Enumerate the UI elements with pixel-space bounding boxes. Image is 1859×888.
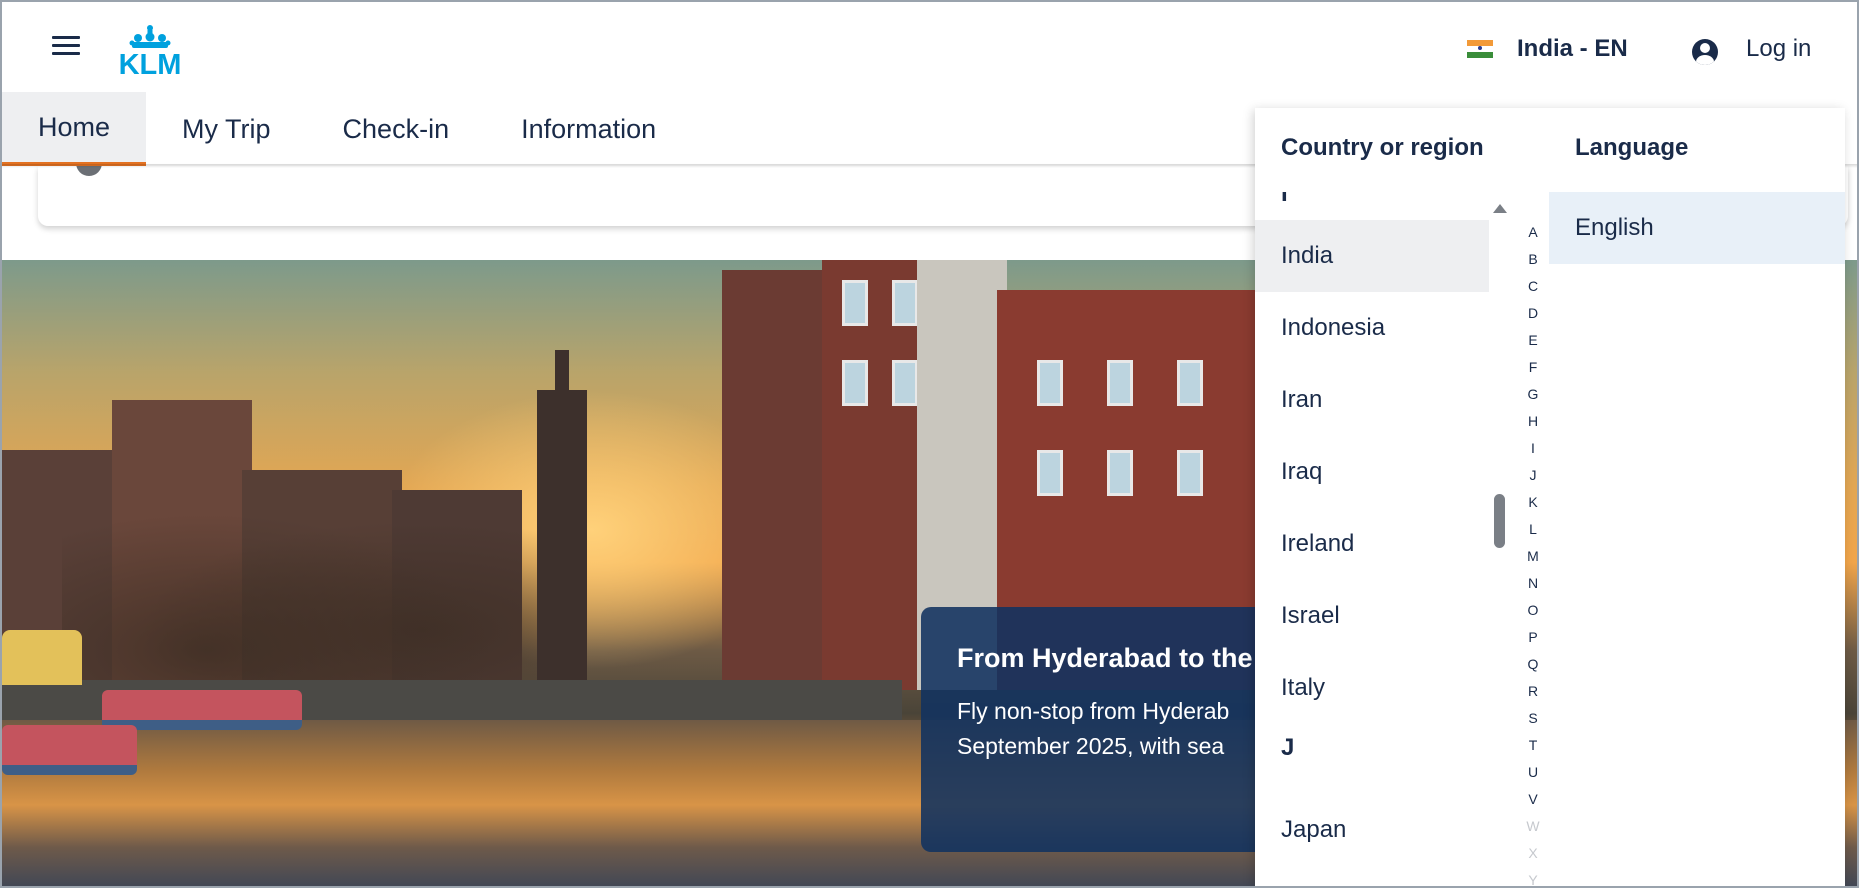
window <box>1037 360 1063 406</box>
trees <box>62 490 542 690</box>
tab-check-in[interactable]: Check-in <box>307 92 486 166</box>
window <box>1177 450 1203 496</box>
alpha-index-y: Y <box>1528 872 1538 888</box>
scroll-up-icon[interactable] <box>1493 204 1507 213</box>
alpha-index-k[interactable]: K <box>1521 494 1545 521</box>
language-column-heading: Language <box>1575 134 1689 161</box>
browser-viewport: From Hyderabad to the Fly non-stop from … <box>0 0 1859 888</box>
svg-text:KLM: KLM <box>119 49 182 76</box>
country-option-iraq[interactable]: Iraq <box>1255 436 1489 508</box>
country-option-iran[interactable]: Iran <box>1255 364 1489 436</box>
church-tower <box>537 350 587 690</box>
alpha-index-g[interactable]: G <box>1521 386 1545 413</box>
window <box>842 280 868 326</box>
alpha-index-b[interactable]: B <box>1521 251 1545 278</box>
locale-selector-button[interactable]: India - EN <box>1467 32 1628 66</box>
country-option-ireland[interactable]: Ireland <box>1255 508 1489 580</box>
main-nav: Home My Trip Check-in Information <box>2 92 692 166</box>
country-option-india[interactable]: India <box>1255 220 1489 292</box>
alpha-index-p[interactable]: P <box>1521 629 1545 656</box>
promo-title: From Hyderabad to the <box>957 643 1253 673</box>
canal-boat <box>102 690 302 730</box>
country-option-indonesia[interactable]: Indonesia <box>1255 292 1489 364</box>
hamburger-menu-icon[interactable] <box>52 36 80 58</box>
alpha-index-c[interactable]: C <box>1521 278 1545 305</box>
language-list: English <box>1549 192 1845 264</box>
alpha-index-x: X <box>1528 845 1538 861</box>
canal-boat <box>2 725 137 775</box>
window <box>892 360 918 406</box>
country-option-japan[interactable]: Japan <box>1255 794 1489 866</box>
window <box>1177 360 1203 406</box>
alpha-index-i[interactable]: I <box>1521 440 1545 467</box>
alpha-index-m[interactable]: M <box>1521 548 1545 575</box>
alpha-index-n[interactable]: N <box>1521 575 1545 602</box>
alpha-index-o[interactable]: O <box>1521 602 1545 629</box>
tab-information[interactable]: Information <box>485 92 692 166</box>
window <box>1037 450 1063 496</box>
letter-group-heading: J <box>1281 734 1295 761</box>
login-button[interactable]: Log in <box>1692 32 1811 66</box>
window <box>842 360 868 406</box>
country-list[interactable]: I India Indonesia Iran Iraq Ireland Isra… <box>1255 192 1489 886</box>
tab-my-trip[interactable]: My Trip <box>146 92 307 166</box>
alpha-index-d[interactable]: D <box>1521 305 1545 332</box>
promo-text-line: Fly non-stop from Hyderab <box>957 698 1230 724</box>
alpha-index-l[interactable]: L <box>1521 521 1545 548</box>
country-list-scrollbar[interactable] <box>1493 204 1507 886</box>
alpha-index-e[interactable]: E <box>1521 332 1545 359</box>
letter-group-heading: I <box>1281 192 1288 207</box>
country-column-heading: Country or region <box>1281 134 1484 161</box>
alpha-index-q[interactable]: Q <box>1521 656 1545 683</box>
tab-home[interactable]: Home <box>2 92 147 166</box>
alpha-index-s[interactable]: S <box>1521 710 1545 737</box>
site-header: KLM India - EN Log in <box>2 2 1857 92</box>
alpha-index-j[interactable]: J <box>1521 467 1545 494</box>
promo-card[interactable]: From Hyderabad to the Fly non-stop from … <box>921 607 1301 852</box>
alpha-index-h[interactable]: H <box>1521 413 1545 440</box>
alpha-index-r[interactable]: R <box>1521 683 1545 710</box>
houseboat <box>2 630 82 685</box>
alpha-index-u[interactable]: U <box>1521 764 1545 791</box>
alpha-index-v[interactable]: V <box>1521 791 1545 818</box>
window <box>892 280 918 326</box>
window <box>1107 450 1133 496</box>
alpha-index-f[interactable]: F <box>1521 359 1545 386</box>
india-flag-icon <box>1467 40 1493 58</box>
alpha-index-t[interactable]: T <box>1521 737 1545 764</box>
country-option-italy[interactable]: Italy <box>1255 652 1489 724</box>
locale-dropdown: Country or region Language I India Indon… <box>1255 108 1845 888</box>
alpha-index-a[interactable]: A <box>1521 224 1545 251</box>
window <box>1107 360 1133 406</box>
login-label: Log in <box>1746 35 1812 62</box>
promo-text-line: September 2025, with sea <box>957 733 1225 759</box>
country-option-israel[interactable]: Israel <box>1255 580 1489 652</box>
alphabet-index: A B C D E F G H I J K L M N O P Q R S T … <box>1521 224 1545 888</box>
user-account-icon <box>1692 39 1718 65</box>
language-option-english[interactable]: English <box>1549 192 1845 264</box>
alpha-index-w: W <box>1526 818 1540 834</box>
scroll-thumb[interactable] <box>1494 494 1505 548</box>
locale-label: India - EN <box>1517 35 1628 62</box>
klm-logo[interactable]: KLM <box>108 24 192 81</box>
